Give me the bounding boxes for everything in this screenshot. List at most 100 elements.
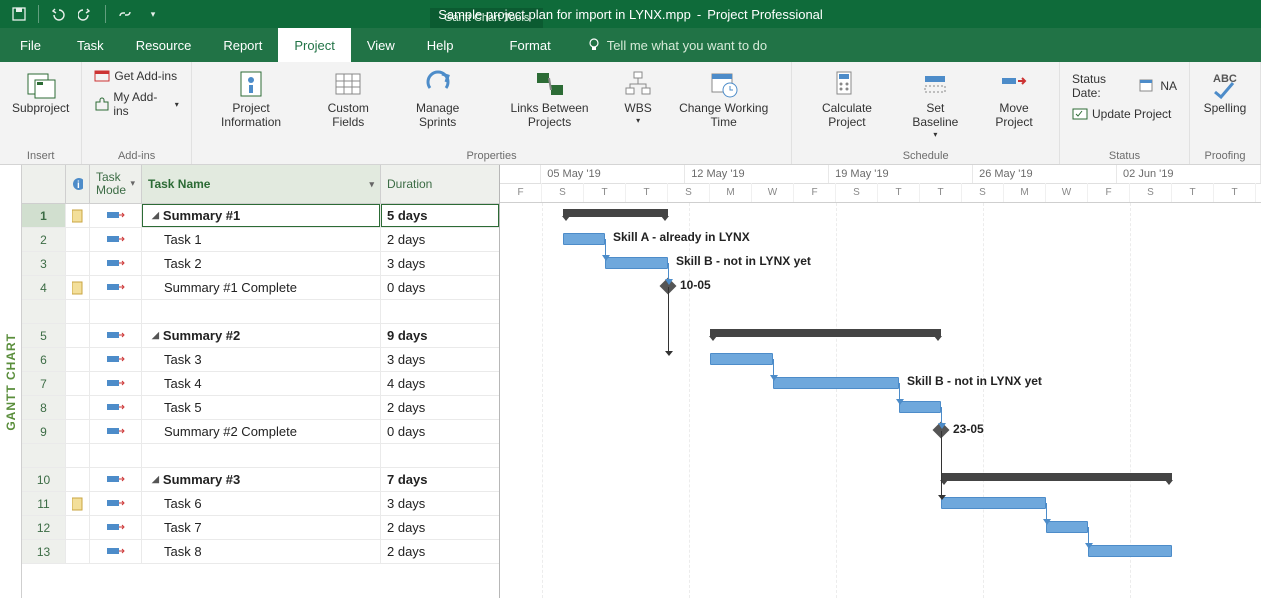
duration-cell[interactable]: 0 days — [381, 276, 499, 299]
task-name-cell[interactable]: Summary #2 Complete — [142, 420, 381, 443]
duration-cell[interactable]: 0 days — [381, 420, 499, 443]
project-information-button[interactable]: Project Information — [200, 66, 302, 132]
task-name-cell[interactable]: ◢Summary #2 — [142, 324, 381, 347]
spelling-button[interactable]: ABCSpelling — [1198, 66, 1252, 118]
summary-bar[interactable] — [710, 329, 941, 337]
row-header[interactable]: 11 — [22, 492, 66, 515]
tab-report[interactable]: Report — [207, 28, 278, 62]
duration-cell[interactable]: 3 days — [381, 348, 499, 371]
column-header-row[interactable] — [22, 165, 66, 203]
duration-cell[interactable]: 2 days — [381, 396, 499, 419]
save-button[interactable] — [8, 3, 30, 25]
duration-cell[interactable]: 9 days — [381, 324, 499, 347]
duration-cell[interactable]: 2 days — [381, 228, 499, 251]
task-row[interactable]: 10◢Summary #37 days — [22, 468, 499, 492]
task-row[interactable]: 13 Task 82 days — [22, 540, 499, 564]
calculate-project-button[interactable]: Calculate Project — [800, 66, 893, 132]
task-bar[interactable] — [1046, 521, 1088, 533]
row-header[interactable]: 13 — [22, 540, 66, 563]
task-name-cell[interactable]: Task 6 — [142, 492, 381, 515]
tab-format[interactable]: Format — [494, 28, 567, 62]
row-header[interactable]: 2 — [22, 228, 66, 251]
duration-cell[interactable]: 3 days — [381, 492, 499, 515]
duration-cell[interactable]: 2 days — [381, 540, 499, 563]
links-between-projects-button[interactable]: Links Between Projects — [487, 66, 612, 132]
task-bar[interactable] — [941, 497, 1046, 509]
task-mode-cell[interactable] — [90, 324, 142, 347]
task-name-cell[interactable]: Summary #1 Complete — [142, 276, 381, 299]
task-name-cell[interactable]: ◢Summary #3 — [142, 468, 381, 491]
task-row[interactable]: 1◢Summary #15 days — [22, 204, 499, 228]
duration-cell[interactable]: 7 days — [381, 468, 499, 491]
task-mode-cell[interactable] — [90, 396, 142, 419]
row-header[interactable]: 6 — [22, 348, 66, 371]
row-header[interactable]: 3 — [22, 252, 66, 275]
summary-bar[interactable] — [941, 473, 1172, 481]
task-row[interactable]: 7 Task 44 days — [22, 372, 499, 396]
task-name-cell[interactable]: Task 8 — [142, 540, 381, 563]
task-mode-cell[interactable] — [90, 540, 142, 563]
gantt-body[interactable]: Skill A - already in LYNXSkill B - not i… — [500, 203, 1261, 598]
tell-me-search[interactable]: Tell me what you want to do — [587, 28, 767, 62]
summary-bar[interactable] — [563, 209, 668, 217]
change-working-time-button[interactable]: Change Working Time — [664, 66, 783, 132]
tab-file[interactable]: File — [0, 28, 61, 62]
task-name-cell[interactable]: Task 4 — [142, 372, 381, 395]
set-baseline-button[interactable]: Set Baseline▾ — [900, 66, 971, 141]
duration-cell[interactable]: 2 days — [381, 516, 499, 539]
task-bar[interactable] — [1088, 545, 1172, 557]
row-header[interactable]: 5 — [22, 324, 66, 347]
link-tasks-button[interactable] — [114, 3, 136, 25]
task-mode-cell[interactable] — [90, 372, 142, 395]
task-bar[interactable] — [710, 353, 773, 365]
undo-button[interactable] — [47, 3, 69, 25]
task-bar[interactable] — [563, 233, 605, 245]
get-addins-button[interactable]: Get Add-ins — [90, 66, 181, 86]
row-header[interactable]: 1 — [22, 204, 66, 227]
task-mode-cell[interactable] — [90, 492, 142, 515]
duration-cell[interactable]: 5 days — [381, 204, 499, 227]
task-mode-cell[interactable] — [90, 204, 142, 227]
task-row[interactable]: 5 ◢Summary #29 days — [22, 324, 499, 348]
row-header[interactable]: 8 — [22, 396, 66, 419]
tab-view[interactable]: View — [351, 28, 411, 62]
task-row[interactable]: 3 Task 23 days — [22, 252, 499, 276]
duration-cell[interactable]: 3 days — [381, 252, 499, 275]
update-project-button[interactable]: Update Project — [1068, 104, 1175, 124]
subproject-button[interactable]: Subproject — [8, 66, 73, 118]
custom-fields-button[interactable]: Custom Fields — [308, 66, 388, 132]
row-header[interactable]: 7 — [22, 372, 66, 395]
row-header[interactable]: 4 — [22, 276, 66, 299]
task-mode-cell[interactable] — [90, 516, 142, 539]
move-project-button[interactable]: Move Project — [977, 66, 1051, 132]
status-date-field[interactable]: Status Date: NA — [1068, 70, 1181, 102]
task-bar[interactable] — [605, 257, 668, 269]
task-mode-cell[interactable] — [90, 468, 142, 491]
task-row[interactable]: 2 Task 12 days — [22, 228, 499, 252]
task-bar[interactable] — [899, 401, 941, 413]
grid-body[interactable]: 1◢Summary #15 days2Task 12 days3Task 23 … — [22, 204, 499, 598]
my-addins-button[interactable]: My Add-ins▾ — [90, 88, 182, 120]
row-header[interactable]: 12 — [22, 516, 66, 539]
task-row[interactable]: 8 Task 52 days — [22, 396, 499, 420]
task-mode-cell[interactable] — [90, 420, 142, 443]
column-header-indicators[interactable]: i — [66, 165, 90, 203]
view-bar[interactable]: GANTT CHART — [0, 165, 22, 598]
duration-cell[interactable]: 4 days — [381, 372, 499, 395]
manage-sprints-button[interactable]: Manage Sprints — [394, 66, 481, 132]
task-name-cell[interactable]: Task 1 — [142, 228, 381, 251]
task-row[interactable]: 4 Summary #1 Complete0 days — [22, 276, 499, 300]
task-row[interactable]: 12Task 72 days — [22, 516, 499, 540]
redo-button[interactable] — [75, 3, 97, 25]
task-mode-cell[interactable] — [90, 252, 142, 275]
task-mode-cell[interactable] — [90, 276, 142, 299]
task-row[interactable]: 9Summary #2 Complete0 days — [22, 420, 499, 444]
task-row[interactable]: 11 Task 63 days — [22, 492, 499, 516]
task-name-cell[interactable]: Task 5 — [142, 396, 381, 419]
tab-task[interactable]: Task — [61, 28, 120, 62]
task-mode-cell[interactable] — [90, 228, 142, 251]
tab-project[interactable]: Project — [278, 28, 350, 62]
column-header-duration[interactable]: Duration — [381, 165, 499, 203]
task-row[interactable]: 6Task 33 days — [22, 348, 499, 372]
task-name-cell[interactable]: Task 2 — [142, 252, 381, 275]
